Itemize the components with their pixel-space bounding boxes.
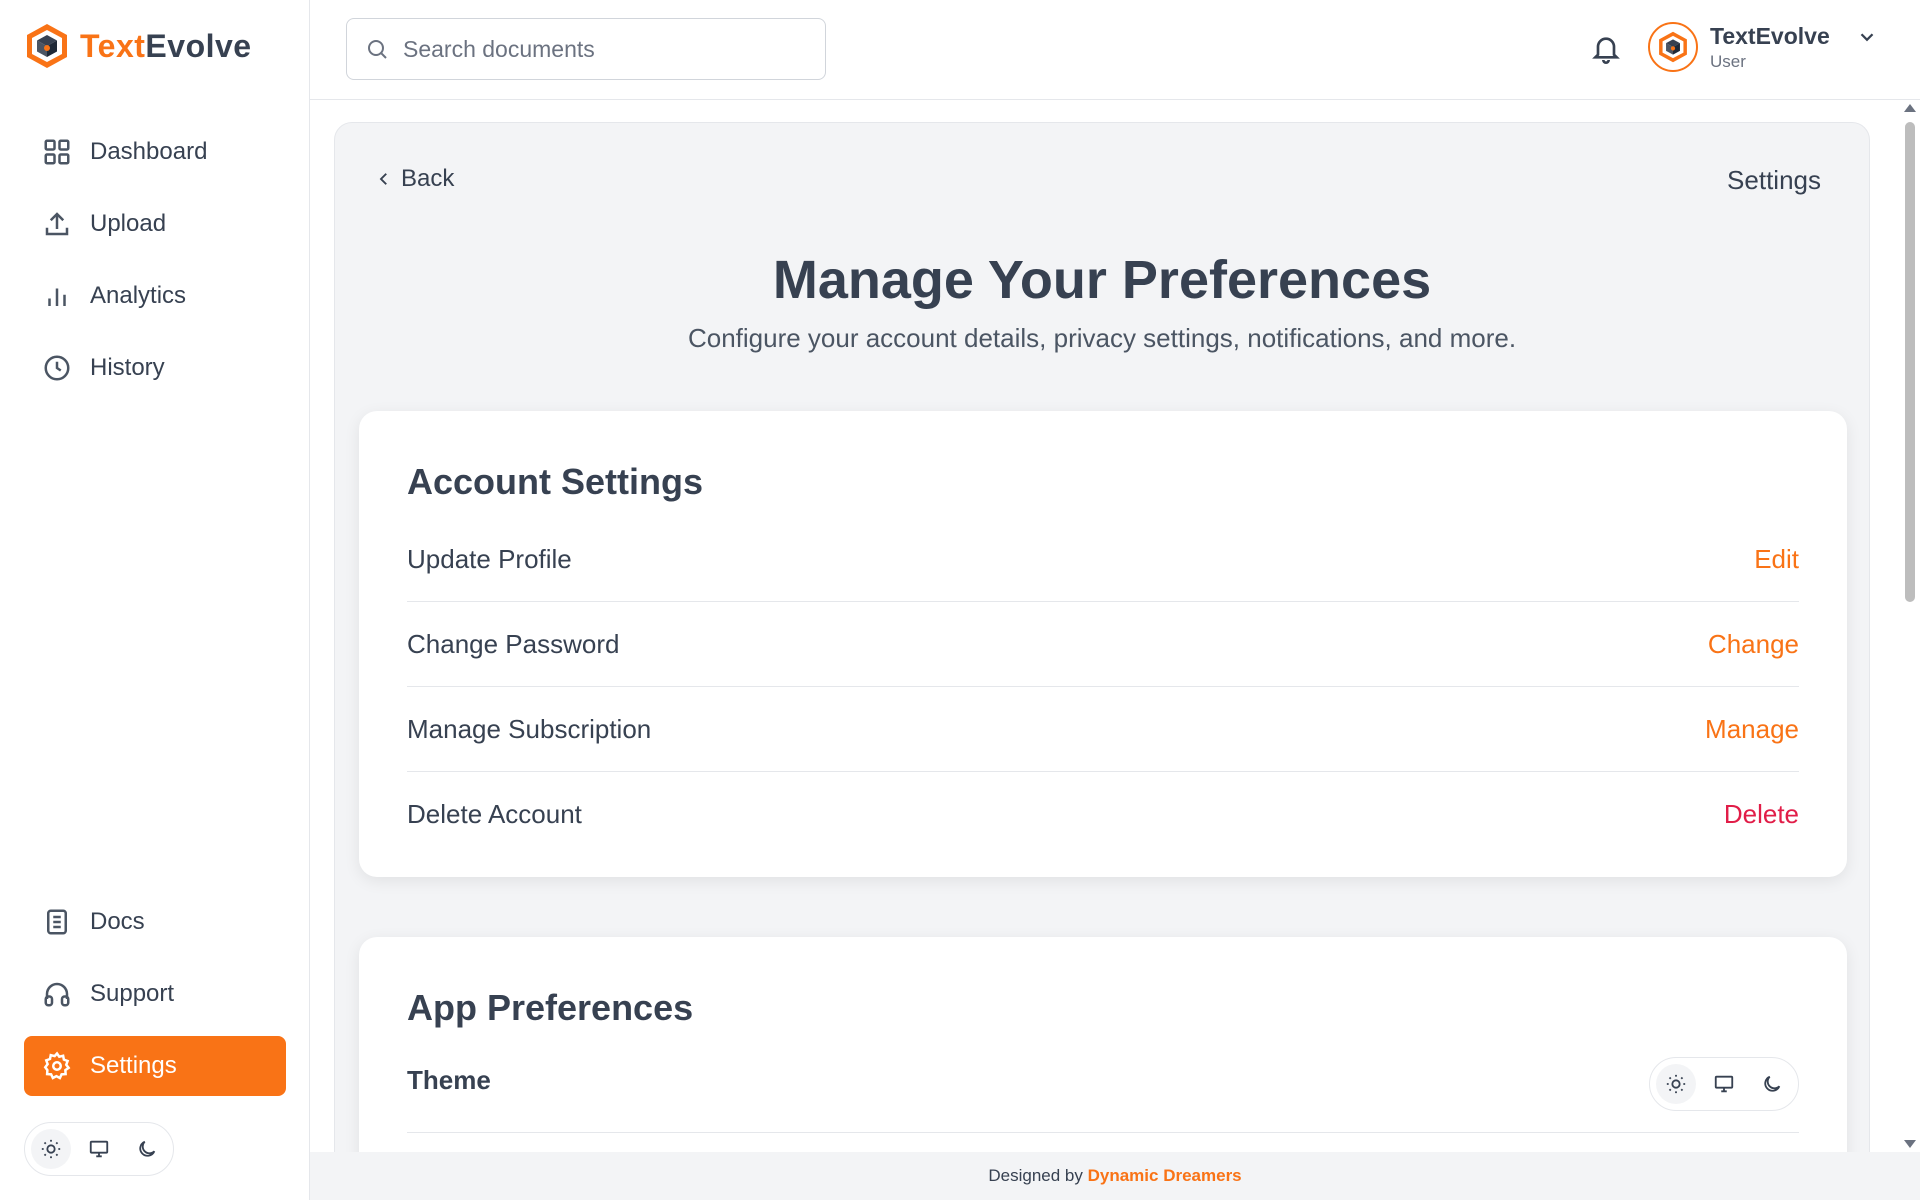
gear-icon <box>43 1051 71 1080</box>
page-title: Manage Your Preferences <box>772 250 1432 310</box>
search-icon <box>368 40 387 59</box>
grid-icon <box>44 139 70 165</box>
theme-system-option[interactable] <box>1704 1064 1744 1104</box>
back-label: Back <box>401 165 455 192</box>
brand-name-part1: Text <box>80 27 146 64</box>
theme-light-option[interactable] <box>1656 1064 1696 1104</box>
user-role: User <box>1710 51 1746 71</box>
theme-label: Theme <box>407 1065 491 1095</box>
sidebar-item-label: Analytics <box>90 282 187 309</box>
settings-panel: Back Settings Manage Your Preferences Co… <box>334 122 1870 1152</box>
list-item: Delete Account Delete <box>407 772 1799 857</box>
change-password-label: Change Password <box>407 628 620 659</box>
sidebar-item-upload[interactable]: Upload <box>24 194 286 254</box>
top-bar: TextEvolve User <box>310 0 1920 100</box>
sidebar-theme-switch <box>24 1122 174 1176</box>
user-menu[interactable]: TextEvolve User <box>1648 22 1878 72</box>
list-item: Update Profile Edit <box>407 517 1799 602</box>
sidebar-item-label: Docs <box>90 908 145 935</box>
content-scrollbar[interactable] <box>1900 100 1920 1152</box>
account-settings-list: Update Profile Edit Change Password Chan… <box>407 517 1799 857</box>
brand-logo[interactable]: TextEvolve <box>24 22 252 70</box>
preferences-theme-switch <box>1649 1057 1799 1111</box>
sidebar-item-support[interactable]: Support <box>24 964 286 1024</box>
manage-subscription-button[interactable]: Manage <box>1705 714 1799 745</box>
sidebar-nav-secondary: Docs Support Settings <box>24 892 286 1108</box>
sidebar-item-dashboard[interactable]: Dashboard <box>24 122 286 182</box>
search-input[interactable] <box>403 35 803 63</box>
theme-light-option[interactable] <box>31 1129 71 1169</box>
delete-account-label: Delete Account <box>407 799 582 829</box>
sidebar-nav-main: Dashboard Upload Analytics History <box>24 122 286 410</box>
monitor-icon <box>89 1140 109 1158</box>
scroll-down-arrow-icon[interactable] <box>1904 1140 1916 1148</box>
sidebar-item-docs[interactable]: Docs <box>24 892 286 952</box>
upload-icon <box>45 212 69 236</box>
theme-system-option[interactable] <box>79 1129 119 1169</box>
sidebar-item-label: Upload <box>90 210 167 237</box>
footer-prefix: Designed by <box>988 1166 1083 1185</box>
sidebar: TextEvolve Dashboard Upload Analytics Hi… <box>0 0 310 1200</box>
delete-account-button[interactable]: Delete <box>1724 799 1799 830</box>
scroll-up-arrow-icon[interactable] <box>1904 104 1916 112</box>
sidebar-item-history[interactable]: History <box>24 338 286 398</box>
chevron-left-icon <box>379 173 387 185</box>
hexagon-cube-logo-icon <box>1659 31 1687 63</box>
search-box[interactable] <box>346 18 826 80</box>
theme-preference-row: Theme <box>407 1057 1799 1133</box>
change-password-button[interactable]: Change <box>1708 629 1799 660</box>
edit-profile-button[interactable]: Edit <box>1754 544 1799 575</box>
avatar <box>1648 22 1698 72</box>
theme-dark-option[interactable] <box>127 1129 167 1169</box>
account-settings-title: Account Settings <box>407 461 704 502</box>
moon-icon <box>139 1140 156 1157</box>
sidebar-item-label: Support <box>90 980 175 1007</box>
footer: Designed by Dynamic Dreamers <box>310 1152 1920 1200</box>
update-profile-label: Update Profile <box>407 543 572 574</box>
headphones-icon <box>44 982 70 1007</box>
list-item: Change Password Change <box>407 602 1799 687</box>
hexagon-cube-logo-icon <box>27 24 67 68</box>
user-info: TextEvolve User <box>1710 23 1830 72</box>
bell-icon <box>1592 37 1620 64</box>
back-button[interactable]: Back <box>375 165 454 193</box>
monitor-icon <box>1714 1075 1734 1093</box>
brand-name: TextEvolve <box>80 28 252 65</box>
scroll-thumb[interactable] <box>1905 122 1915 602</box>
sun-icon <box>41 1139 61 1159</box>
user-menu-toggle[interactable] <box>1856 26 1878 53</box>
list-item: Manage Subscription Manage <box>407 687 1799 772</box>
main-content: Back Settings Manage Your Preferences Co… <box>310 100 1900 1152</box>
document-icon <box>47 909 67 935</box>
bar-chart-icon <box>48 288 66 306</box>
sidebar-item-label: Dashboard <box>90 138 208 165</box>
user-name: TextEvolve <box>1710 22 1830 49</box>
clock-icon <box>44 355 70 381</box>
brand-name-part2: Evolve <box>145 27 252 64</box>
app-preferences-title: App Preferences <box>407 987 694 1028</box>
manage-subscription-label: Manage Subscription <box>407 713 652 744</box>
app-preferences-card: App Preferences Theme <box>359 937 1847 1152</box>
sidebar-item-label: Settings <box>90 1052 177 1079</box>
footer-brand-link[interactable]: Dynamic Dreamers <box>1088 1166 1242 1185</box>
sun-icon <box>1666 1074 1686 1094</box>
moon-icon <box>1764 1075 1781 1092</box>
page-subtitle: Configure your account details, privacy … <box>687 323 1517 353</box>
sidebar-item-label: History <box>90 354 165 381</box>
sidebar-item-settings[interactable]: Settings <box>24 1036 286 1096</box>
account-settings-card: Account Settings Update Profile Edit Cha… <box>359 411 1847 877</box>
breadcrumb: Settings <box>1727 165 1821 195</box>
theme-dark-option[interactable] <box>1752 1064 1792 1104</box>
chevron-down-icon <box>1860 32 1874 41</box>
sidebar-item-analytics[interactable]: Analytics <box>24 266 286 326</box>
notifications-button[interactable] <box>1590 32 1622 64</box>
